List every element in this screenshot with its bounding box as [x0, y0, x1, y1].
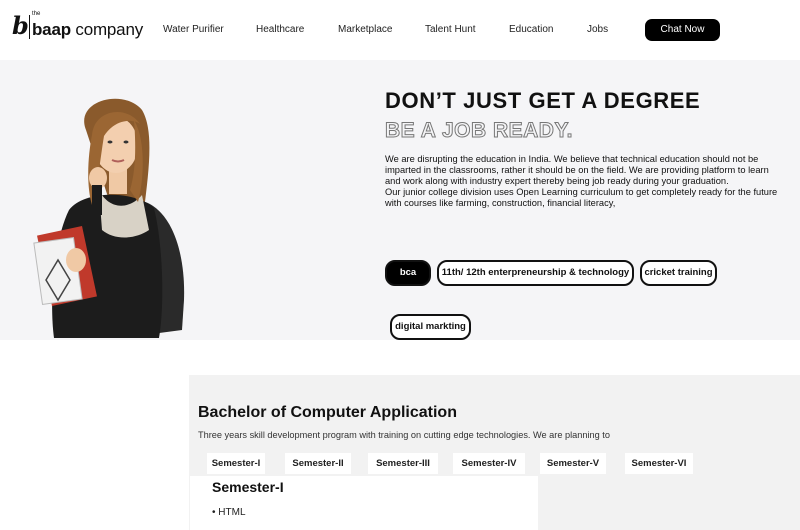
hero-section: DON’T JUST GET A DEGREE BE A JOB READY. … — [0, 60, 800, 340]
top-header: b the baap company Water Purifier Health… — [0, 0, 800, 60]
nav-talent-hunt[interactable]: Talent Hunt — [425, 0, 476, 60]
student-illustration — [33, 98, 185, 338]
nav-water-purifier[interactable]: Water Purifier — [163, 0, 224, 60]
nav-healthcare[interactable]: Healthcare — [256, 0, 304, 60]
semester-panel-title: Semester-I — [212, 479, 284, 495]
tab-semester-1[interactable]: Semester-I — [207, 453, 265, 474]
hero-description: We are disrupting the education in India… — [385, 154, 778, 208]
chat-now-button[interactable]: Chat Now — [645, 19, 720, 41]
list-item: • HTML — [212, 507, 246, 518]
tab-semester-2[interactable]: Semester-II — [285, 453, 351, 474]
hero-subtitle: BE A JOB READY. — [385, 119, 573, 143]
tab-semester-3[interactable]: Semester-III — [368, 453, 438, 474]
tab-semester-6[interactable]: Semester-VI — [625, 453, 693, 474]
chip-cricket-training[interactable]: cricket training — [640, 260, 717, 286]
logo-the-text: the — [32, 11, 41, 17]
chip-enterpreneurship-technology[interactable]: 11th/ 12th enterpreneurship & technology — [437, 260, 634, 286]
nav-marketplace[interactable]: Marketplace — [338, 0, 392, 60]
chip-digital-markting[interactable]: digital markting — [390, 314, 471, 340]
nav-education[interactable]: Education — [509, 0, 553, 60]
tab-semester-5[interactable]: Semester-V — [540, 453, 606, 474]
course-description: Three years skill development program wi… — [198, 430, 610, 440]
course-title: Bachelor of Computer Application — [198, 404, 457, 421]
hero-title: DON’T JUST GET A DEGREE — [385, 88, 701, 113]
chip-bca[interactable]: bca — [385, 260, 431, 286]
nav-jobs[interactable]: Jobs — [587, 0, 608, 60]
tab-semester-4[interactable]: Semester-IV — [453, 453, 525, 474]
semester-panel: Semester-I — [190, 476, 538, 530]
logo-b-mark: b — [12, 11, 29, 40]
baap-company-logo[interactable]: b the baap company — [12, 11, 143, 45]
logo-divider — [29, 15, 30, 39]
logo-wordmark: baap company — [32, 20, 143, 39]
